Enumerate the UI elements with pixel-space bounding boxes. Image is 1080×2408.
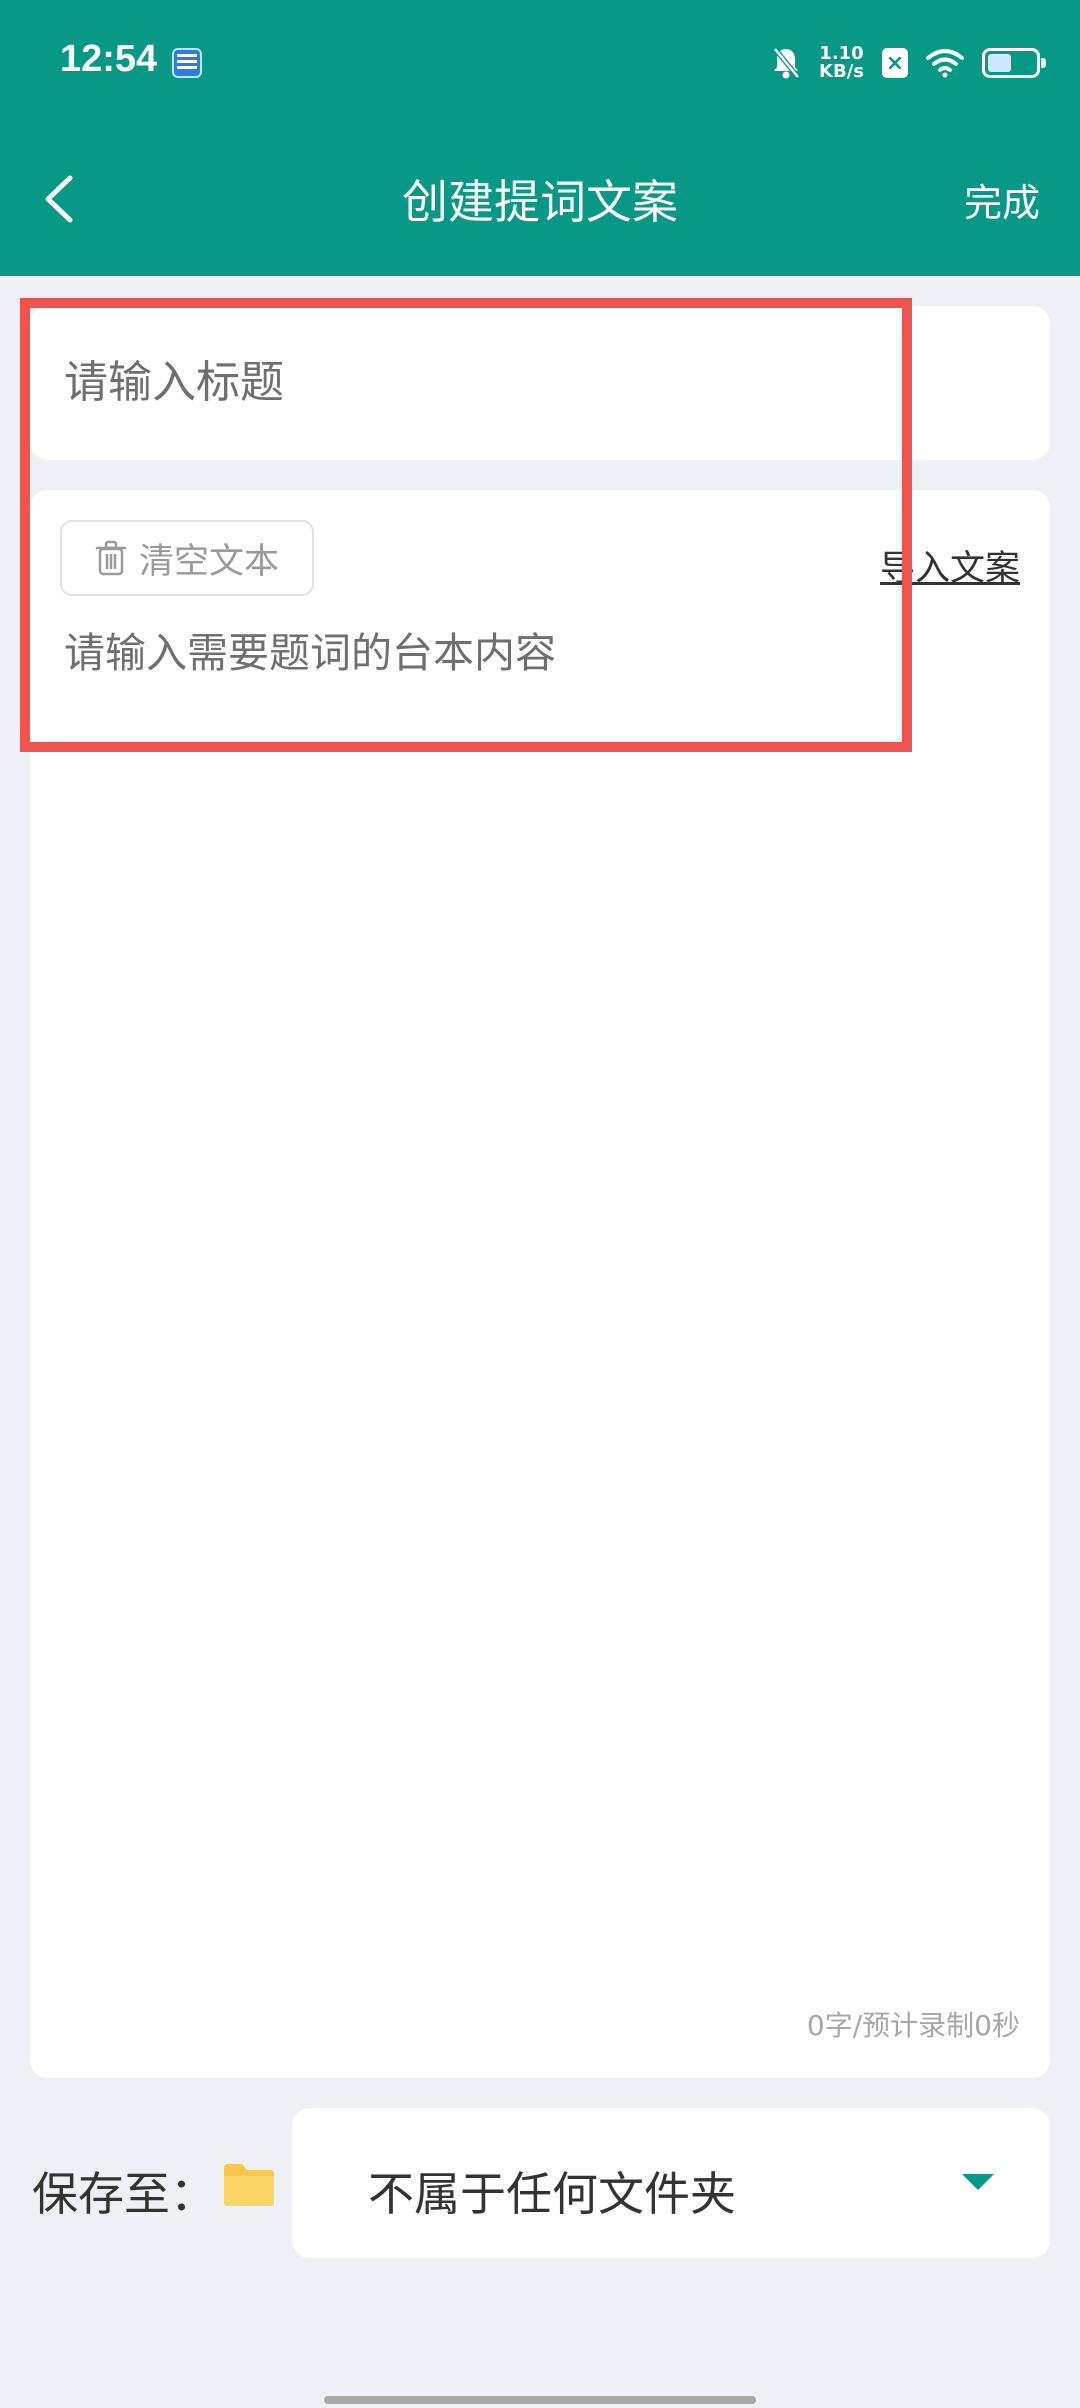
- word-count: 0字/预计录制0秒: [806, 2009, 1020, 2042]
- title-input[interactable]: [62, 346, 966, 418]
- network-speed: 1.10 KB/s: [819, 45, 864, 81]
- network-speed-unit: KB/s: [819, 61, 864, 82]
- clear-text-label: 清空文本: [138, 541, 279, 582]
- wifi-icon: [926, 49, 964, 78]
- folder-icon: [224, 2164, 274, 2206]
- clear-text-button[interactable]: 清空文本: [60, 520, 314, 596]
- battery-icon: [982, 48, 1046, 78]
- trash-icon: [95, 540, 127, 576]
- folder-select[interactable]: 不属于任何文件夹: [292, 2108, 1050, 2258]
- import-script-link[interactable]: 导入文案: [880, 540, 1020, 591]
- sim-error-icon: ×: [882, 48, 908, 78]
- title-card: [30, 306, 1050, 460]
- navigation-bar: 创建提词文案 完成: [0, 128, 1080, 276]
- page-title: 创建提词文案: [402, 175, 678, 229]
- home-indicator[interactable]: [324, 2396, 756, 2404]
- app-header: 12:54 1.10 KB/s × 创建提词文案 完成: [0, 0, 1080, 276]
- bell-muted-icon: [773, 47, 800, 79]
- status-icons: 1.10 KB/s ×: [771, 38, 1046, 88]
- status-bar: 12:54 1.10 KB/s ×: [0, 0, 1080, 128]
- status-time: 12:54: [60, 38, 158, 80]
- script-content-card: 清空文本 导入文案 0字/预计录制0秒: [30, 490, 1050, 2078]
- done-button[interactable]: 完成: [964, 172, 1040, 227]
- battery-level-fill: [988, 54, 1011, 72]
- script-content-input[interactable]: [62, 620, 1016, 1924]
- folder-select-value: 不属于任何文件夹: [368, 2167, 736, 2221]
- dropdown-arrow-icon: [962, 2174, 994, 2190]
- weather-app-icon: [172, 48, 202, 78]
- save-to-label: 保存至：: [32, 2167, 216, 2221]
